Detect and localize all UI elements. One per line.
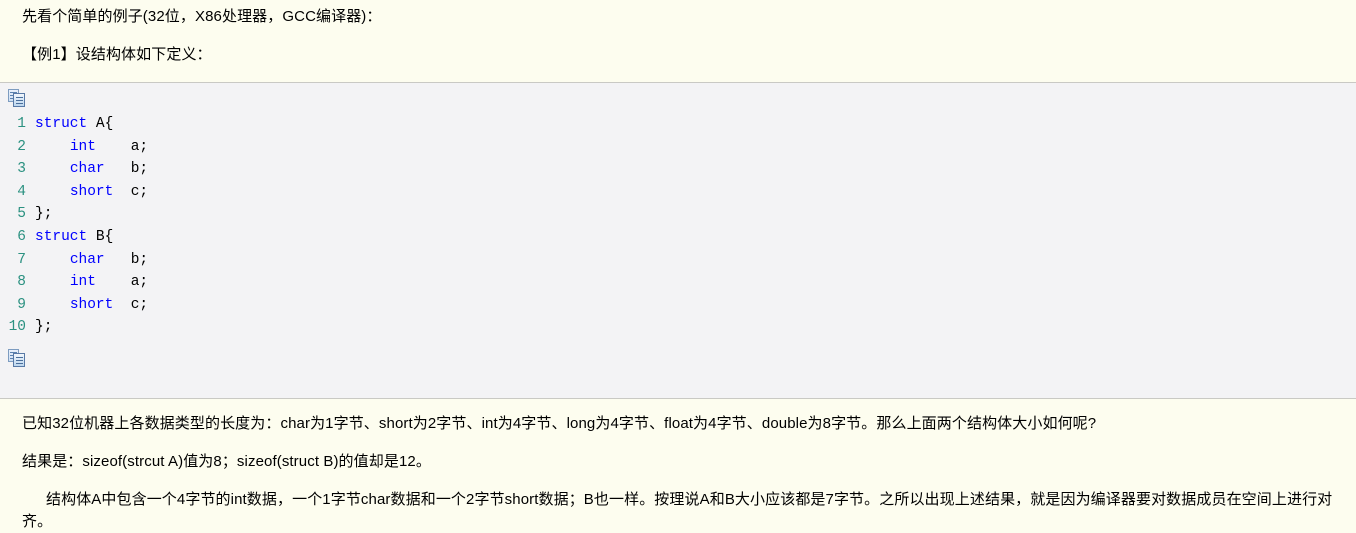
code-text: b; <box>104 161 149 178</box>
code-text: }; <box>35 206 53 223</box>
code-line: 6 struct B{ <box>0 226 1356 249</box>
code-line: 4 short c; <box>0 181 1356 204</box>
code-line-number: 8 <box>17 274 26 291</box>
article-body: 先看个简单的例子(32位，X86处理器，GCC编译器)： 【例1】设结构体如下定… <box>0 0 1356 530</box>
explanation-section: 已知32位机器上各数据类型的长度为：char为1字节、short为2字节、int… <box>0 399 1356 533</box>
explanation-paragraph-3: 结构体A中包含一个4字节的int数据，一个1字节char数据和一个2字节shor… <box>22 491 1333 530</box>
code-text: a; <box>95 274 149 291</box>
explanation-paragraph-2: 结果是：sizeof(strcut A)值为8；sizeof(struct B)… <box>22 453 431 470</box>
code-line: 10}; <box>0 316 1356 339</box>
code-line: 2 int a; <box>0 136 1356 159</box>
code-text: A{ <box>87 116 114 132</box>
code-line: 9 short c; <box>0 294 1356 317</box>
code-line-number: 1 <box>17 116 26 132</box>
code-text: }; <box>35 319 53 336</box>
code-text: c; <box>113 296 149 313</box>
code-line: 5}; <box>0 203 1356 226</box>
code-line: 8 int a; <box>0 271 1356 294</box>
intro-paragraph-1: 先看个简单的例子(32位，X86处理器，GCC编译器)： <box>22 8 382 25</box>
code-line: 3 char b; <box>0 158 1356 181</box>
code-line: 7 char b; <box>0 249 1356 272</box>
code-text: a; <box>95 138 149 155</box>
copy-icon-front-sheet <box>13 93 25 107</box>
code-line-number: 10 <box>8 319 26 336</box>
code-keyword: int <box>69 274 96 291</box>
code-line-number: 7 <box>17 251 26 268</box>
code-listing[interactable]: 1 struct A{2 int a; 3 char b; 4 short c; 5};… <box>0 109 1356 345</box>
copy-code-icon-bottom[interactable] <box>8 348 26 367</box>
code-block: 1 struct A{2 int a; 3 char b; 4 short c; 5};… <box>0 82 1356 399</box>
intro-section: 先看个简单的例子(32位，X86处理器，GCC编译器)： 【例1】设结构体如下定… <box>0 0 1356 82</box>
code-line-number: 6 <box>17 228 26 245</box>
code-text: c; <box>113 183 149 200</box>
code-keyword: struct <box>35 228 88 245</box>
code-line-number: 2 <box>17 138 26 155</box>
code-keyword: struct <box>35 116 88 132</box>
explanation-paragraph-1: 已知32位机器上各数据类型的长度为：char为1字节、short为2字节、int… <box>22 415 1097 432</box>
code-text: b; <box>104 251 149 268</box>
code-keyword: short <box>69 296 114 313</box>
code-keyword: char <box>69 251 105 268</box>
intro-paragraph-2: 【例1】设结构体如下定义： <box>22 46 212 63</box>
code-keyword: int <box>69 138 96 155</box>
copy-bar-bottom <box>0 345 1356 371</box>
code-text: B{ <box>87 228 114 245</box>
code-line: 1 struct A{ <box>0 113 1356 136</box>
code-line-number: 9 <box>17 296 26 313</box>
code-keyword: short <box>69 183 114 200</box>
code-line-number: 3 <box>17 161 26 178</box>
code-line-number: 4 <box>17 183 26 200</box>
copy-bar-top <box>0 83 1356 109</box>
code-keyword: char <box>69 161 105 178</box>
copy-icon-front-sheet <box>13 352 25 367</box>
copy-code-icon[interactable] <box>8 89 26 107</box>
code-line-number: 5 <box>17 206 26 223</box>
